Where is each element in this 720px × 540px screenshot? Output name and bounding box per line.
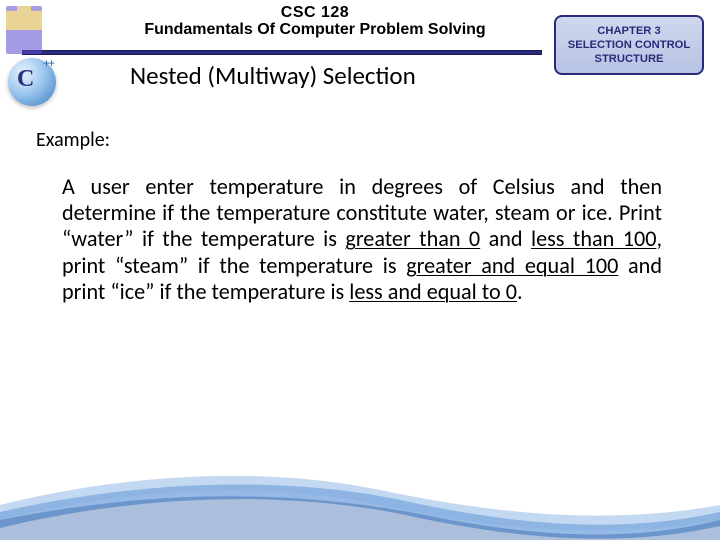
body-paragraph: A user enter temperature in degrees of C… [62,174,662,305]
slide: CSC 128 Fundamentals Of Computer Problem… [0,0,720,540]
underline-le0: less and equal to 0 [349,278,517,305]
example-label: Example: [36,128,110,152]
university-logo-icon [6,6,42,54]
chapter-line-2: SELECTION CONTROL [568,38,690,52]
cpp-plus: ++ [43,56,53,70]
underline-gt0: greater than 0 [345,225,480,252]
header-divider [22,50,542,55]
cpp-logo-icon: C ++ [0,54,66,114]
footer-wave-decoration [0,450,720,540]
body-span-2: and [480,225,531,252]
chapter-line-1: CHAPTER 3 [597,24,660,38]
body-span-5: . [517,278,523,305]
chapter-line-3: STRUCTURE [595,52,664,66]
underline-ge100: greater and equal 100 [406,252,618,279]
cpp-letter: C [17,66,34,93]
chapter-box: CHAPTER 3 SELECTION CONTROL STRUCTURE [554,15,704,75]
underline-lt100: less than 100 [531,225,656,252]
section-title: Nested (Multiway) Selection [130,60,416,91]
